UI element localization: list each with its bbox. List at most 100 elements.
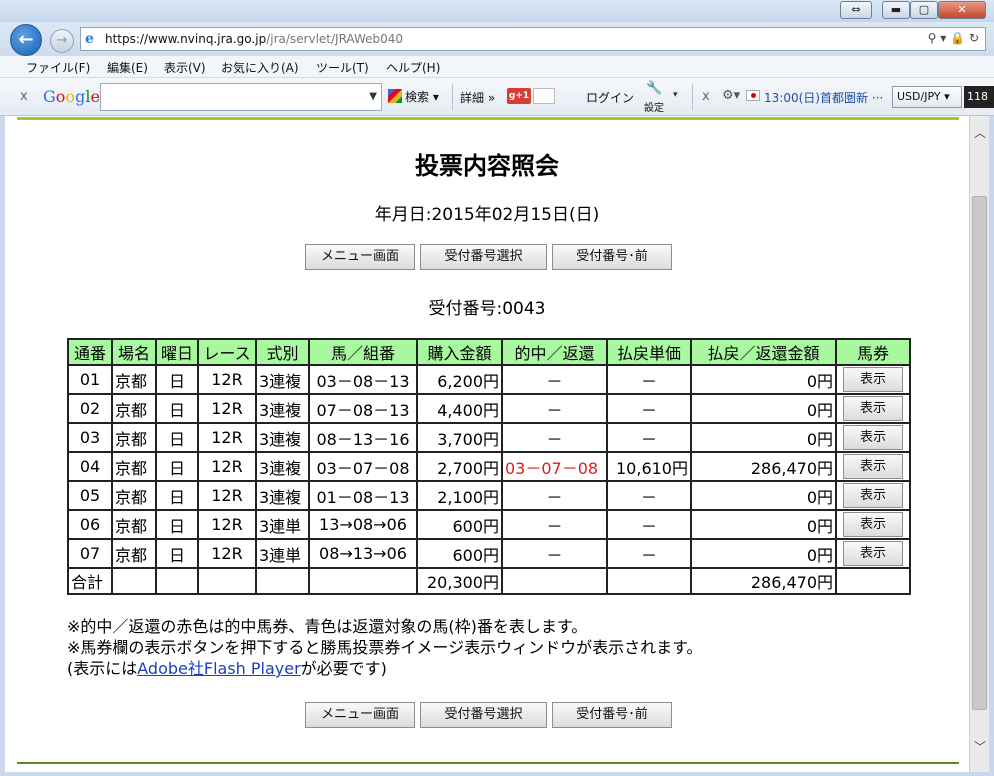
note-line-1: ※的中／返還の赤色は的中馬券、青色は返還対象の馬(枠)番を表します。: [67, 617, 588, 636]
cell-type: 3連複: [255, 451, 310, 482]
col-header-hit: 的中／返還: [501, 338, 608, 366]
cell-unit: 10,610円: [606, 451, 692, 482]
forward-button[interactable]: →: [50, 29, 74, 53]
details-button[interactable]: 詳細 »: [460, 89, 495, 106]
table-row: 05 京都 日 12R 3連複 01－08－13 2,100円 － － 0円 表…: [67, 480, 911, 511]
col-header-unit: 払戻単価: [606, 338, 692, 366]
back-button[interactable]: ←: [10, 24, 42, 56]
menu-help[interactable]: ヘルプ(H): [386, 59, 440, 76]
settings-label[interactable]: 設定: [644, 99, 664, 114]
table-row: 04 京都 日 12R 3連複 03－07－08 2,700円 03－07－08…: [67, 451, 911, 482]
url-text: https://www.nvinq.jra.go.jp/jra/servlet/…: [105, 32, 404, 46]
cell-venue: 京都: [111, 509, 157, 540]
cell-ticket: 表示: [835, 364, 911, 395]
cell-unit: －: [606, 538, 692, 569]
cell-amount: 6,200円: [416, 364, 503, 395]
close-button[interactable]: ✕: [938, 1, 986, 19]
maximize-button[interactable]: ▢: [910, 1, 938, 19]
chevron-down-icon[interactable]: ▼: [369, 91, 377, 102]
vertical-scrollbar[interactable]: ︿ ﹀: [969, 116, 989, 772]
toolbar2-close-icon[interactable]: x: [702, 89, 710, 104]
cell-race: 12R: [197, 480, 257, 511]
menu-favorites[interactable]: お気に入り(A): [221, 59, 299, 76]
cell-no: 02: [67, 393, 113, 424]
cell-combo: 03－08－13: [308, 364, 418, 395]
minimize-button[interactable]: ▬: [882, 1, 910, 19]
cell-hit: －: [501, 538, 608, 569]
col-header-day: 曜日: [155, 338, 199, 366]
bet-rows: 01 京都 日 12R 3連複 03－08－13 6,200円 － － 0円 表…: [67, 364, 911, 595]
cell-payout: 0円: [690, 393, 837, 424]
gear-icon[interactable]: ⚙▾: [722, 88, 740, 103]
cell-ticket: 表示: [835, 393, 911, 424]
refresh-icon[interactable]: ↻: [969, 31, 979, 45]
cell-day: 日: [155, 393, 199, 424]
menu-file[interactable]: ファイル(F): [26, 59, 90, 76]
google-search-input[interactable]: ▼: [100, 83, 382, 111]
cell-no: 04: [67, 451, 113, 482]
show-ticket-button[interactable]: 表示: [843, 483, 903, 508]
scroll-up-icon[interactable]: ︿: [970, 124, 990, 141]
receipt-number: 受付番号:0043: [428, 299, 546, 319]
dropdown-icon[interactable]: ▾: [940, 31, 946, 45]
show-ticket-button[interactable]: 表示: [843, 425, 903, 450]
menu-screen-button[interactable]: メニュー画面: [305, 244, 415, 270]
flash-player-link[interactable]: Adobe社Flash Player: [137, 659, 300, 678]
cell-amount: 2,100円: [416, 480, 503, 511]
show-ticket-button[interactable]: 表示: [843, 454, 903, 479]
cell-hit-winning: 03－07－08: [501, 451, 608, 482]
lock-icon[interactable]: 🔒: [950, 31, 965, 45]
scrollbar-thumb[interactable]: [972, 196, 987, 710]
prev-receipt-button-bottom[interactable]: 受付番号･前: [552, 702, 672, 728]
scroll-down-icon[interactable]: ﹀: [970, 738, 990, 755]
cell-combo: 01－08－13: [308, 480, 418, 511]
currency-rate: 118: [964, 86, 994, 108]
show-ticket-button[interactable]: 表示: [843, 512, 903, 537]
col-header-combo: 馬／組番: [308, 338, 418, 366]
header-rule: [17, 117, 959, 120]
toolbar-close-icon[interactable]: x: [20, 89, 28, 104]
empty-cell: [308, 567, 418, 595]
cell-day: 日: [155, 364, 199, 395]
settings-dropdown-icon[interactable]: ▾: [673, 90, 678, 100]
google-search-button[interactable]: 検索 ▾: [388, 88, 439, 105]
cell-amount: 4,400円: [416, 393, 503, 424]
select-receipt-button[interactable]: 受付番号選択: [420, 244, 547, 270]
select-receipt-button-bottom[interactable]: 受付番号選択: [420, 702, 547, 728]
show-ticket-button[interactable]: 表示: [843, 541, 903, 566]
menu-view[interactable]: 表示(V): [164, 59, 206, 76]
login-button[interactable]: ログイン: [586, 89, 634, 106]
news-ticker[interactable]: 13:00(日)首都圏新 ···: [764, 89, 883, 106]
search-icon[interactable]: ⚲: [928, 31, 937, 45]
restore-tab-icon[interactable]: ⇔: [840, 1, 872, 19]
col-header-no: 通番: [67, 338, 113, 366]
cell-combo: 08－13－16: [308, 422, 418, 453]
cell-venue: 京都: [111, 538, 157, 569]
currency-select[interactable]: USD/JPY ▾: [892, 86, 962, 108]
cell-no: 06: [67, 509, 113, 540]
cell-ticket: 表示: [835, 451, 911, 482]
cell-combo: 08→13→06: [308, 538, 418, 569]
col-header-venue: 場名: [111, 338, 157, 366]
cell-race: 12R: [197, 393, 257, 424]
cell-unit: －: [606, 509, 692, 540]
cell-day: 日: [155, 538, 199, 569]
prev-receipt-button[interactable]: 受付番号･前: [552, 244, 672, 270]
menu-tools[interactable]: ツール(T): [316, 59, 369, 76]
cell-day: 日: [155, 509, 199, 540]
gplus-button[interactable]: g+1: [507, 88, 531, 104]
menu-screen-button-bottom[interactable]: メニュー画面: [305, 702, 415, 728]
show-ticket-button[interactable]: 表示: [843, 396, 903, 421]
cell-type: 3連複: [255, 393, 310, 424]
empty-cell: [197, 567, 257, 595]
wrench-icon[interactable]: 🔧: [646, 81, 662, 96]
cell-amount: 600円: [416, 538, 503, 569]
bottom-button-row: メニュー画面 受付番号選択 受付番号･前: [305, 702, 675, 728]
menu-bar: ファイル(F) 編集(E) 表示(V) お気に入り(A) ツール(T) ヘルプ(…: [0, 56, 994, 78]
cell-ticket: 表示: [835, 538, 911, 569]
show-ticket-button[interactable]: 表示: [843, 367, 903, 392]
menu-edit[interactable]: 編集(E): [107, 59, 148, 76]
empty-cell: [155, 567, 199, 595]
toolbar-separator: [452, 84, 453, 110]
address-bar[interactable]: e https://www.nvinq.jra.go.jp/jra/servle…: [80, 27, 986, 51]
